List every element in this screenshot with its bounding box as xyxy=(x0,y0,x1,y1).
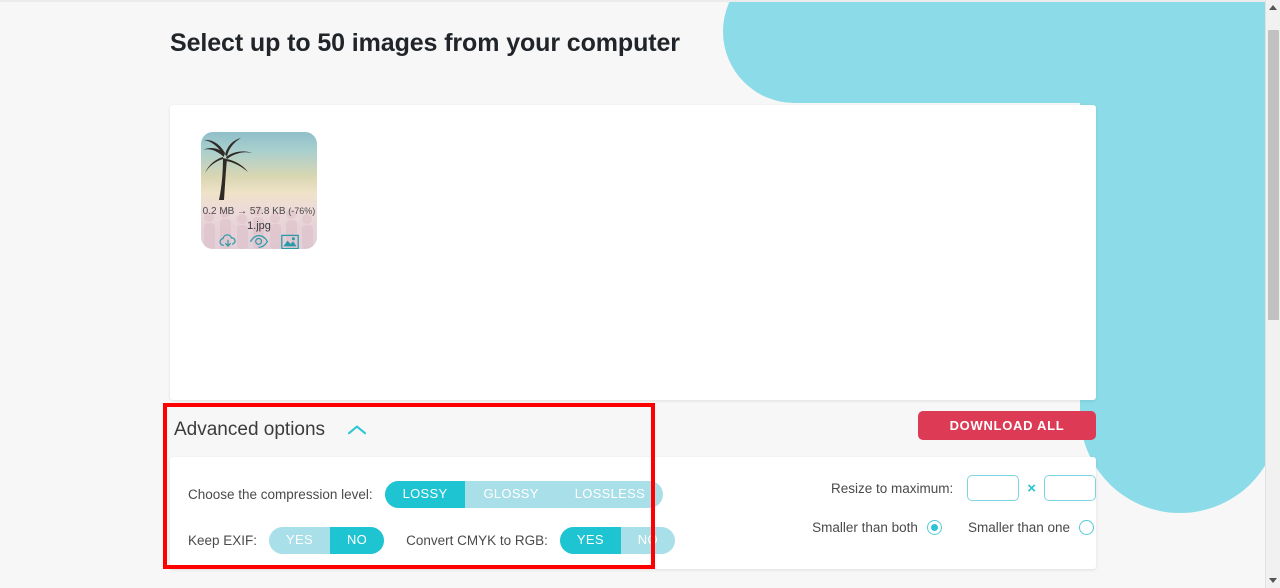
convert-cmyk-toggle: YES NO xyxy=(559,527,675,554)
teal-blob-right xyxy=(1080,0,1280,513)
compression-level-label: Choose the compression level: xyxy=(188,486,373,502)
page-title: Select up to 50 images from your compute… xyxy=(170,29,680,57)
size-reduction-percent: (-76%) xyxy=(288,206,316,216)
size-before: 0.2 MB xyxy=(202,206,235,217)
chevron-up-icon[interactable] xyxy=(347,424,367,436)
image-thumbnail[interactable]: 0.2 MB → 57.8 KB (-76%) 1.jpg xyxy=(201,132,317,249)
keep-exif-label: Keep EXIF: xyxy=(188,532,258,548)
scrollbar-thumb[interactable] xyxy=(1268,30,1279,320)
thumbnail-filename: 1.jpg xyxy=(247,220,271,232)
compression-level-segmented-control: LOSSY GLOSSY LOSSLESS xyxy=(384,481,664,508)
window-top-edge xyxy=(0,0,1265,2)
arrow-icon: → xyxy=(237,206,248,217)
compression-option-lossy[interactable]: LOSSY xyxy=(384,481,466,508)
resize-mode-smaller-than-one[interactable]: Smaller than one xyxy=(968,520,1094,535)
preview-eye-icon[interactable] xyxy=(249,234,269,249)
keep-exif-yes[interactable]: YES xyxy=(269,527,330,554)
advanced-options-header[interactable]: Advanced options xyxy=(170,403,1096,457)
convert-cmyk-yes[interactable]: YES xyxy=(559,527,621,554)
radio-icon-smaller-than-one[interactable] xyxy=(1079,520,1094,535)
palm-tree-graphic xyxy=(203,138,252,200)
advanced-options-section: Advanced options Choose the compression … xyxy=(170,403,1096,569)
resize-mode-row: Smaller than both Smaller than one xyxy=(812,520,1094,535)
advanced-options-title: Advanced options xyxy=(174,419,326,440)
convert-cmyk-label: Convert CMYK to RGB: xyxy=(406,532,548,548)
scroll-down-arrow-icon[interactable] xyxy=(1266,573,1280,588)
size-after: 57.8 KB xyxy=(249,206,286,217)
compression-option-glossy[interactable]: GLOSSY xyxy=(465,481,556,508)
radio-icon-smaller-than-both[interactable] xyxy=(926,520,942,535)
thumbnail-actions xyxy=(201,234,317,249)
resize-row: Resize to maximum: × xyxy=(786,475,1096,501)
teal-blob-top xyxy=(723,0,1280,103)
keep-exif-no[interactable]: NO xyxy=(329,527,385,554)
download-icon[interactable] xyxy=(219,234,237,249)
thumbnail-size-info: 0.2 MB → 57.8 KB (-76%) xyxy=(201,206,317,217)
page-scrollbar[interactable] xyxy=(1265,0,1280,588)
scroll-up-arrow-icon[interactable] xyxy=(1266,0,1280,15)
smaller-than-both-label: Smaller than both xyxy=(812,520,918,535)
resize-label: Resize to maximum: xyxy=(830,480,954,496)
convert-cmyk-no[interactable]: NO xyxy=(621,527,675,554)
advanced-options-panel: Choose the compression level: LOSSY GLOS… xyxy=(170,457,1096,569)
compression-level-row: Choose the compression level: LOSSY GLOS… xyxy=(188,481,664,508)
upload-results-card[interactable]: 0.2 MB → 57.8 KB (-76%) 1.jpg xyxy=(170,105,1096,400)
smaller-than-one-label: Smaller than one xyxy=(967,520,1070,535)
keep-exif-toggle: YES NO xyxy=(269,527,385,554)
resize-mode-smaller-than-both[interactable]: Smaller than both xyxy=(812,520,942,535)
resize-height-input[interactable] xyxy=(1044,475,1096,501)
image-compare-icon[interactable] xyxy=(281,234,299,249)
resize-width-input[interactable] xyxy=(967,475,1020,501)
compression-option-lossless[interactable]: LOSSLESS xyxy=(557,481,663,508)
multiply-icon: × xyxy=(1027,479,1036,497)
exif-cmyk-row: Keep EXIF: YES NO Convert CMYK to RGB: Y… xyxy=(188,527,675,554)
